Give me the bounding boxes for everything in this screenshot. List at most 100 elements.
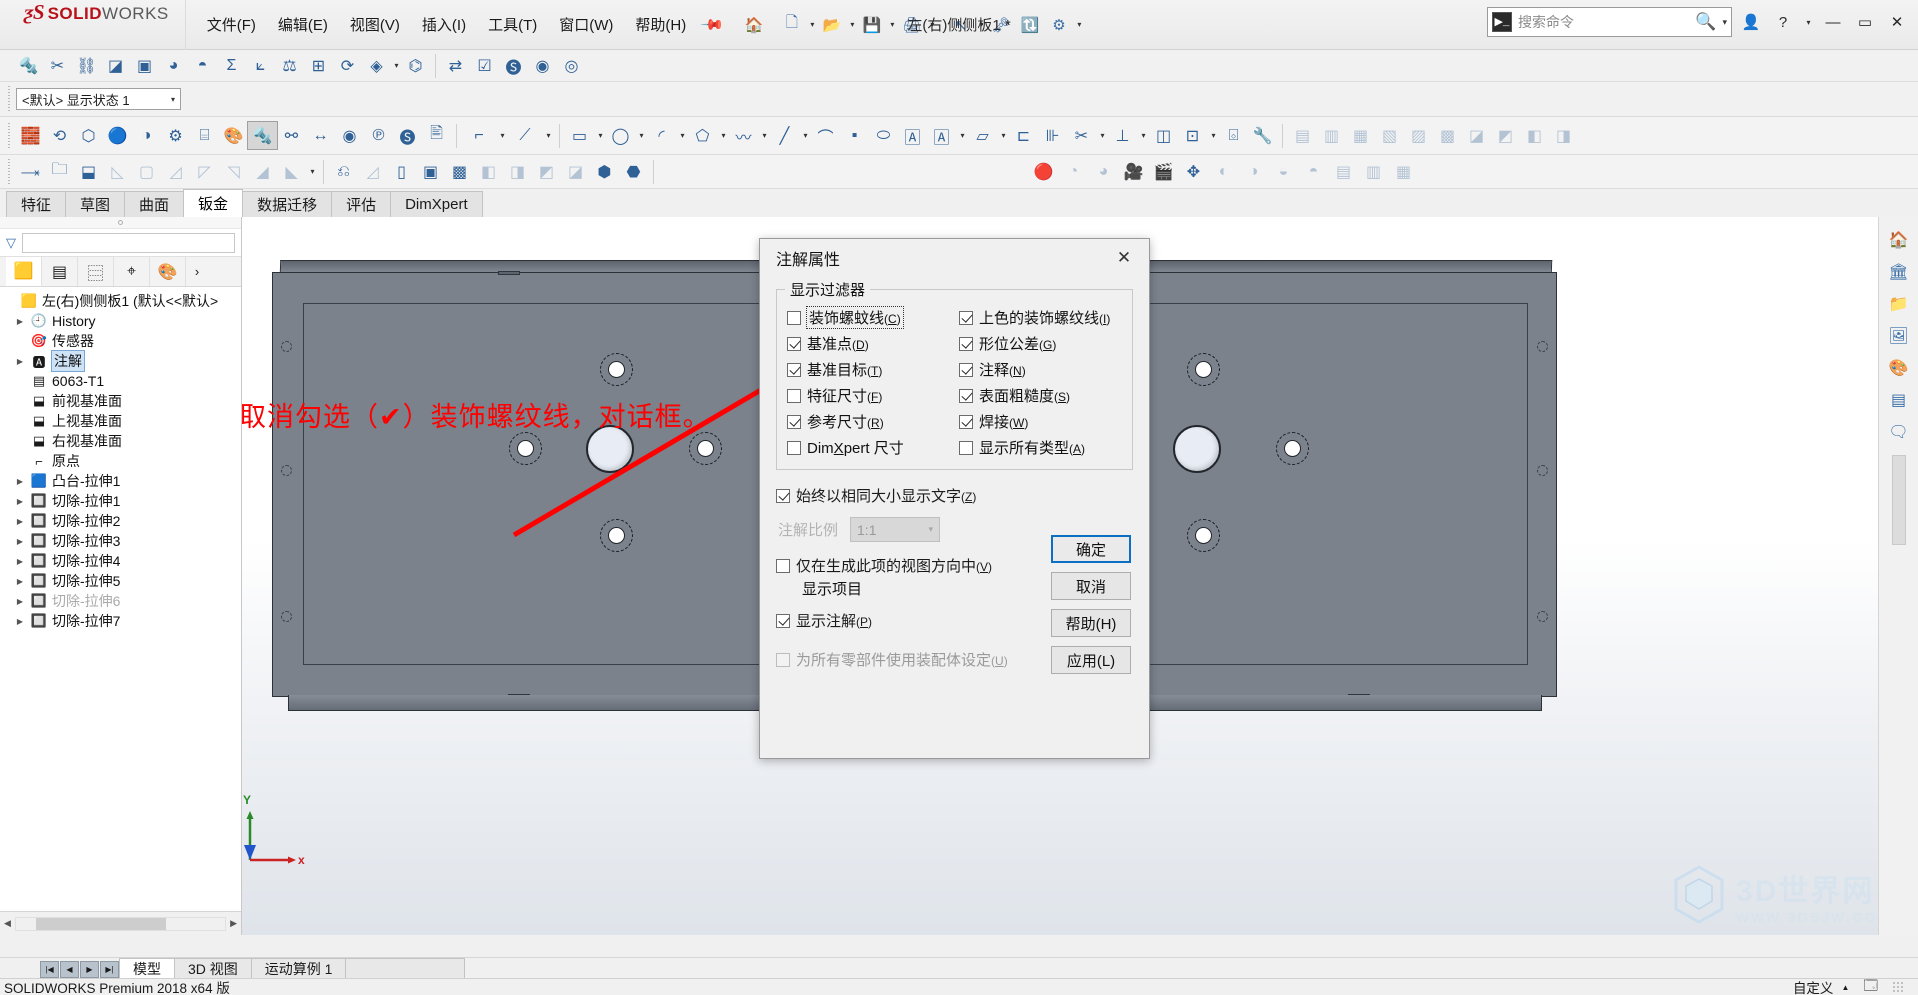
ambient-light-icon[interactable]: ◐ (1209, 158, 1238, 185)
tree-item-7[interactable]: ⬓ 右视基准面 (0, 431, 241, 451)
rip-icon[interactable]: ◧ (474, 158, 503, 185)
sketched-bend-icon[interactable]: ◩ (1491, 122, 1520, 149)
new-dropdown-icon[interactable]: ▾ (807, 11, 817, 39)
view-palette-icon[interactable]: 🖼 (1883, 321, 1915, 351)
tree-item-13[interactable]: ▶ 🔲 切除-拉伸4 (0, 551, 241, 571)
tab-3d-views[interactable]: 3D 视图 (174, 958, 252, 978)
sustainability-icon[interactable]: 🅢 (393, 122, 422, 149)
filter-checkbox-left-1[interactable]: 基准点(D) (787, 332, 959, 355)
filter-icon[interactable]: ▽ (6, 235, 16, 251)
base-flange-tab-icon[interactable]: 🝐 (16, 158, 45, 185)
tab-surfaces[interactable]: 曲面 (124, 191, 185, 217)
tree-item-6[interactable]: ⬓ 上视基准面 (0, 411, 241, 431)
tree-item-2[interactable]: 🎯 传感器 (0, 331, 241, 351)
edge-flange2-icon[interactable]: ◺ (103, 158, 132, 185)
export-pdf3d-icon[interactable]: 🖹 (422, 122, 451, 149)
directional-light-icon[interactable]: ◑ (1239, 158, 1268, 185)
checkbox-icon[interactable] (787, 362, 801, 377)
sketch-icon[interactable]: ⌐ (462, 122, 496, 149)
repair-sketch-icon[interactable]: 🔧 (1248, 122, 1277, 149)
hem2-icon[interactable]: ◿ (161, 158, 190, 185)
trim-entities-icon[interactable]: ✂ (1067, 122, 1096, 149)
spot-light-icon[interactable]: ◒ (1269, 158, 1298, 185)
point-light-icon[interactable]: ◓ (1299, 158, 1328, 185)
fillet-bead-icon[interactable]: ◕ (159, 52, 188, 79)
menu-item-insert[interactable]: 插入(I) (411, 10, 477, 39)
construction-geometry-icon[interactable]: 🄰 (927, 122, 956, 149)
sidebar-item-property-manager[interactable]: ▤ (42, 257, 78, 286)
sketch-dropdown-icon[interactable]: ▾ (496, 122, 508, 149)
move-dropdown-icon[interactable]: ▾ (1207, 122, 1219, 149)
filter-checkbox-left-0[interactable]: 装饰螺蚊线(C) (787, 306, 959, 329)
end-cap-icon[interactable]: ▣ (130, 52, 159, 79)
polygon-dropdown-icon[interactable]: ▾ (717, 122, 729, 149)
revolved-boss-icon[interactable]: ⟲ (45, 122, 74, 149)
expand-arrow-icon[interactable]: ▶ (14, 617, 26, 626)
gusset-icon[interactable]: ◪ (101, 52, 130, 79)
rebuild-icon[interactable]: 🔃 (1016, 11, 1044, 39)
select-dropdown-icon[interactable]: ▾ (976, 11, 986, 39)
schedule-render-icon[interactable]: ▥ (1359, 158, 1388, 185)
measure2-icon[interactable]: ⟀ (246, 52, 275, 79)
menu-item-window[interactable]: 窗口(W) (548, 10, 624, 39)
nav-last-icon[interactable]: ▶| (100, 961, 119, 978)
pin-icon[interactable]: 📌 (700, 12, 726, 37)
menu-item-edit[interactable]: 编辑(E) (267, 10, 339, 39)
render-region-icon[interactable]: ▤ (1329, 158, 1358, 185)
tab-slot-icon[interactable]: ◪ (561, 158, 590, 185)
boundary-boss-icon[interactable]: ◑ (132, 122, 161, 149)
panel-drag-handle[interactable] (0, 217, 241, 229)
filter-checkbox-right-0[interactable]: 上色的装饰螺纹线(I) (959, 306, 1122, 329)
chevron-up-icon[interactable]: ▲ (1841, 983, 1849, 992)
curvature-dropdown-icon[interactable]: ▾ (391, 52, 401, 79)
cancel-button[interactable]: 取消 (1051, 572, 1131, 600)
hole-wizard-icon[interactable]: ⌸ (190, 122, 219, 149)
circle-dropdown-icon[interactable]: ▾ (635, 122, 647, 149)
expand-arrow-icon[interactable]: ▶ (14, 557, 26, 566)
text-icon[interactable]: 🄰 (898, 122, 927, 149)
expand-arrow-icon[interactable]: ▶ (14, 477, 26, 486)
checkbox-icon[interactable] (959, 362, 973, 377)
horizontal-scrollbar[interactable] (14, 916, 227, 931)
checkbox-icon[interactable] (959, 414, 973, 429)
tree-item-8[interactable]: ⌐ 原点 (0, 451, 241, 471)
nav-first-icon[interactable]: |◀ (40, 961, 59, 978)
dialog-close-icon[interactable]: ✕ (1103, 241, 1145, 275)
color-appearance-icon[interactable]: 🎨 (219, 122, 248, 149)
tree-item-3[interactable]: ▶ 🅰 注解 (0, 350, 241, 372)
same-size-text-checkbox[interactable] (776, 488, 790, 503)
polygon-icon[interactable]: ⬠ (688, 122, 717, 149)
cross-break2-icon[interactable]: ◢ (248, 158, 277, 185)
print-icon[interactable]: 🖨 (898, 11, 926, 39)
menu-item-file[interactable]: 文件(F) (196, 10, 267, 39)
camera-icon[interactable]: 🎥 (1119, 158, 1148, 185)
close-button[interactable]: ✕ (1884, 9, 1910, 35)
select-arrow-icon[interactable]: ↖ (947, 11, 975, 39)
home-task-icon[interactable]: 🏠 (1883, 225, 1915, 255)
base-flange-icon[interactable]: ▤ (1288, 122, 1317, 149)
help-dropdown-icon[interactable]: ▾ (1802, 9, 1814, 35)
plane-dropdown-icon[interactable]: ▾ (997, 122, 1009, 149)
measure-icon[interactable]: 🗝 (987, 11, 1015, 39)
show-annotations-checkbox[interactable] (776, 613, 790, 628)
search-commands-box[interactable]: ▶_ 搜索命令 🔍 ▾ (1487, 7, 1732, 37)
search-input[interactable]: 搜索命令 (1518, 12, 1689, 32)
design-library-icon[interactable]: 🏛 (1883, 257, 1915, 287)
insert-bends-icon[interactable]: ▩ (445, 158, 474, 185)
spline-icon[interactable]: 〰 (729, 122, 758, 149)
annotation-properties-dialog[interactable]: 注解属性 ✕ 显示过滤器 装饰螺蚊线(C) 上色的装饰螺纹线(I) 基准点(D) 形位… (759, 238, 1150, 759)
arc-dropdown-icon[interactable]: ▾ (676, 122, 688, 149)
smart-dimension-dropdown-icon[interactable]: ▾ (542, 122, 554, 149)
spline-dropdown-icon[interactable]: ▾ (758, 122, 770, 149)
structural-member-icon[interactable]: ⛓ (72, 52, 101, 79)
tree-item-0[interactable]: 🟨 左(右)侧侧板1 (默认<<默认> (0, 291, 241, 311)
swept-boss-icon[interactable]: ⬡ (74, 122, 103, 149)
filter-checkbox-left-4[interactable]: 参考尺寸(R) (787, 410, 959, 433)
filter-checkbox-right-3[interactable]: 表面粗糙度(S) (959, 384, 1122, 407)
resize-grip-icon[interactable] (1892, 981, 1904, 993)
checkbox-icon[interactable] (959, 440, 973, 455)
plane-tool-icon[interactable]: ▱ (968, 122, 997, 149)
curvature-icon[interactable]: ◈ (362, 52, 391, 79)
user-account-icon[interactable]: 👤 (1738, 9, 1764, 35)
nav-next-icon[interactable]: ▶ (80, 961, 99, 978)
